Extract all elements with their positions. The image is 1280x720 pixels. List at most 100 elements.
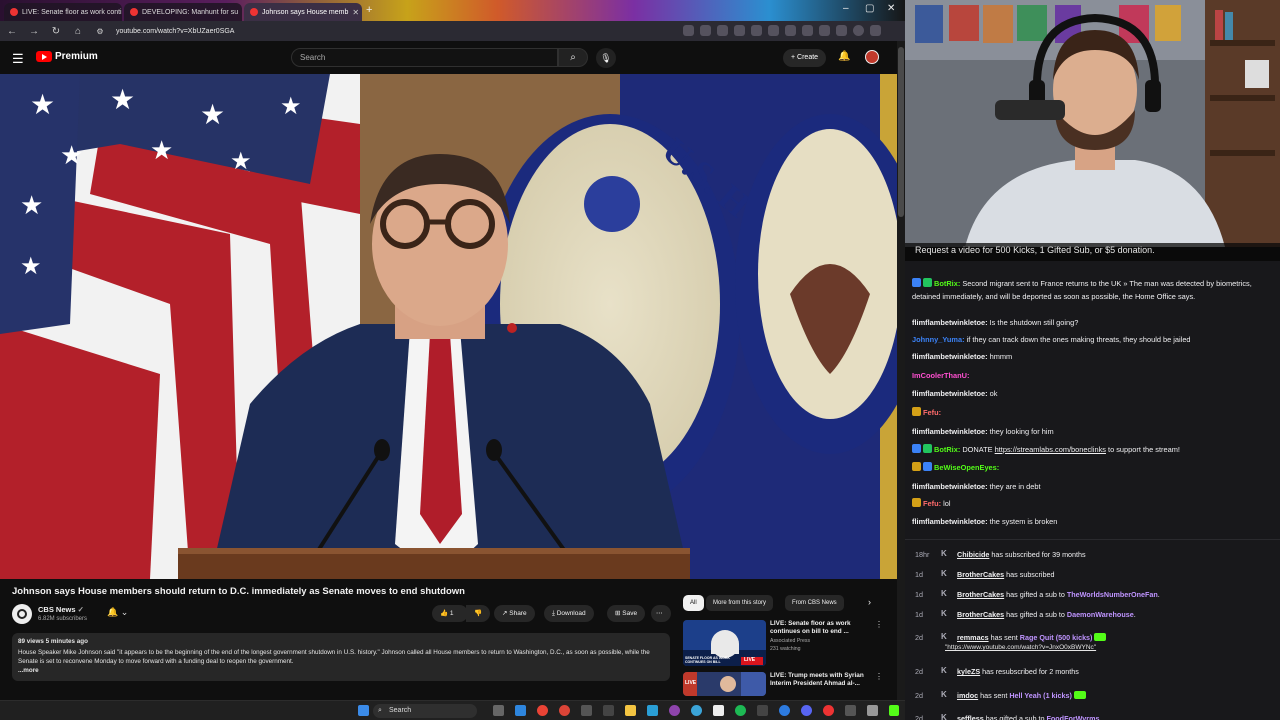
activity-user[interactable]: kyleZS	[957, 667, 980, 676]
chat-username[interactable]: BotRix:	[934, 445, 960, 454]
create-button[interactable]: + Create	[783, 49, 827, 67]
close-window-icon[interactable]: ✕	[887, 3, 895, 14]
activity-user[interactable]: BrotherCakes	[957, 610, 1004, 619]
close-tab-icon[interactable]: ✕	[352, 8, 359, 17]
save-button[interactable]: ⊞ Save	[607, 605, 646, 622]
extension-icon[interactable]	[802, 25, 813, 36]
activity-link[interactable]: "https://www.youtube.com/watch?v=JnxO0xB…	[945, 644, 1096, 651]
extension-icon[interactable]	[734, 25, 745, 36]
chat-link[interactable]: https://streamlabs.com/boneclinks	[995, 445, 1106, 454]
chat-username[interactable]: flimflambetwinkletoe:	[912, 482, 988, 491]
chat-username[interactable]: flimflambetwinkletoe:	[912, 517, 988, 526]
video-player[interactable]: ★ ★ ★ ★ ★ ★ ★ ★ ★ U.S. HOUSE	[0, 74, 897, 579]
home-icon[interactable]: ⌂	[72, 26, 84, 37]
youtube-logo[interactable]: Premium	[36, 51, 98, 62]
voice-search-button[interactable]: 🎙	[596, 48, 616, 68]
chips-next-icon[interactable]: ›	[868, 597, 871, 607]
scrollbar-thumb[interactable]	[898, 47, 904, 217]
download-button[interactable]: ⤓ Download	[544, 605, 594, 622]
notifications-bell-icon[interactable]: 🔔	[838, 51, 850, 62]
activity-user[interactable]: imdoc	[957, 691, 978, 700]
chat-username[interactable]: Fefu:	[923, 408, 941, 417]
channel-avatar[interactable]	[12, 604, 32, 624]
extension-icon[interactable]	[785, 25, 796, 36]
chrome-icon[interactable]	[537, 705, 548, 716]
activity-user[interactable]: seffless	[957, 714, 984, 720]
edge-icon[interactable]	[515, 705, 526, 716]
chat-username[interactable]: BotRix:	[934, 279, 960, 288]
browser-menu-icon[interactable]	[870, 25, 881, 36]
app-icon[interactable]	[713, 705, 724, 716]
browser-tab[interactable]: LIVE: Senate floor as work conti ✕	[4, 3, 122, 21]
chat-username[interactable]: BeWiseOpenEyes:	[934, 463, 999, 472]
chip-all[interactable]: All	[683, 595, 704, 611]
extension-icon[interactable]	[751, 25, 762, 36]
browser-tab-active[interactable]: Johnson says House memb ✕	[244, 3, 362, 21]
app-icon[interactable]	[647, 705, 658, 716]
chat-username[interactable]: Johnny_Yuma:	[912, 335, 965, 344]
back-icon[interactable]: ←	[6, 26, 18, 37]
chat-username[interactable]: ImCoolerThanU:	[912, 371, 969, 380]
dislike-button[interactable]: 👎	[466, 605, 490, 622]
show-more-link[interactable]: ...more	[18, 666, 664, 675]
svg-text:★: ★	[20, 190, 43, 220]
subscribed-bell-icon[interactable]: 🔔 ⌄	[107, 607, 128, 618]
kick-app-icon[interactable]	[889, 705, 899, 716]
channel-name[interactable]: CBS News ✓	[38, 605, 84, 614]
app-icon[interactable]	[779, 705, 790, 716]
extension-icon[interactable]	[819, 25, 830, 36]
minimize-icon[interactable]: –	[843, 3, 849, 14]
chat-username[interactable]: flimflambetwinkletoe:	[912, 427, 988, 436]
chat-username[interactable]: flimflambetwinkletoe:	[912, 318, 988, 327]
forward-icon[interactable]: →	[28, 26, 40, 37]
new-tab-icon[interactable]: +	[366, 4, 372, 16]
more-options-icon[interactable]: ⋮	[875, 620, 883, 629]
app-icon[interactable]	[669, 705, 680, 716]
like-button[interactable]: 👍 1	[432, 605, 468, 622]
search-input[interactable]: Search	[291, 48, 558, 67]
chat-username[interactable]: Fefu:	[923, 499, 941, 508]
more-options-icon[interactable]: ⋮	[875, 672, 883, 681]
app-icon[interactable]	[691, 705, 702, 716]
taskbar-search[interactable]: ⌕ Search	[373, 704, 477, 718]
url-field[interactable]: youtube.com/watch?v=XbUZaer0SGA	[116, 28, 234, 35]
chip-more-from-story[interactable]: More from this story	[706, 595, 774, 611]
reload-icon[interactable]: ↻	[50, 26, 62, 37]
profile-icon[interactable]	[853, 25, 864, 36]
windows-start-icon[interactable]	[358, 705, 369, 716]
share-button[interactable]: ↗ Share	[494, 605, 535, 622]
account-avatar[interactable]	[865, 50, 879, 64]
extension-icon[interactable]	[836, 25, 847, 36]
maximize-icon[interactable]: ▢	[865, 3, 874, 14]
app-icon[interactable]	[757, 705, 768, 716]
app-icon[interactable]	[845, 705, 856, 716]
chip-from-cbs[interactable]: From CBS News	[785, 595, 844, 611]
app-icon[interactable]	[823, 705, 834, 716]
spotify-icon[interactable]	[735, 705, 746, 716]
page-scrollbar[interactable]	[897, 41, 905, 700]
activity-user[interactable]: BrotherCakes	[957, 570, 1004, 579]
app-icon[interactable]	[603, 705, 614, 716]
browser-tab[interactable]: DEVELOPING: Manhunt for su ✕	[124, 3, 242, 21]
app-icon[interactable]	[801, 705, 812, 716]
chat-username[interactable]: flimflambetwinkletoe:	[912, 389, 988, 398]
chat-username[interactable]: flimflambetwinkletoe:	[912, 352, 988, 361]
more-actions-icon[interactable]: ⋯	[651, 605, 671, 622]
hamburger-menu-icon[interactable]: ☰	[12, 51, 24, 67]
site-info-icon[interactable]: ⚙	[94, 27, 106, 36]
file-explorer-icon[interactable]	[625, 705, 636, 716]
description-box[interactable]: 89 views 5 minutes ago House Speaker Mik…	[12, 633, 670, 681]
app-icon[interactable]	[581, 705, 592, 716]
bookmark-star-icon[interactable]	[700, 25, 711, 36]
extension-icon[interactable]	[683, 25, 694, 36]
search-button[interactable]: ⌕	[558, 48, 588, 67]
activity-user[interactable]: BrotherCakes	[957, 590, 1004, 599]
activity-user[interactable]: remmacs	[957, 633, 989, 642]
extension-icon[interactable]	[768, 25, 779, 36]
chrome-profile-icon[interactable]	[559, 705, 570, 716]
task-view-icon[interactable]	[493, 705, 504, 716]
extension-icon[interactable]	[717, 25, 728, 36]
activity-user[interactable]: Chibicide	[957, 550, 989, 559]
app-icon[interactable]	[867, 705, 878, 716]
recommended-video[interactable]: SENATE FLOOR AS WORK CONTINUES ON BILL L…	[683, 620, 883, 668]
